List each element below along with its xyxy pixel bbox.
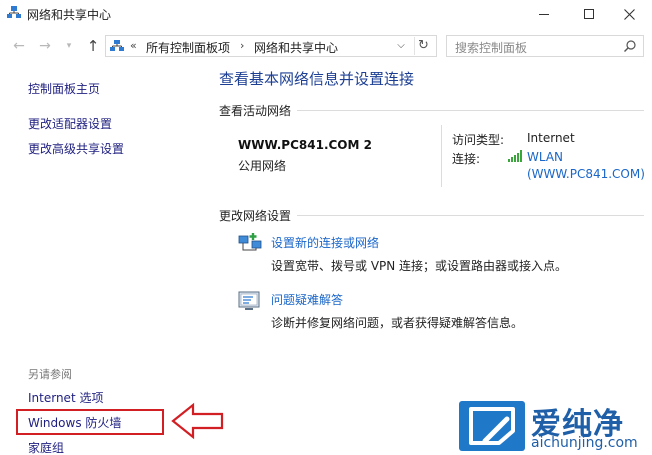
- highlight-box: [16, 409, 164, 435]
- minimize-button[interactable]: [521, 0, 567, 28]
- window-title: 网络和共享中心: [27, 8, 112, 22]
- internet-options-link[interactable]: Internet 选项: [28, 389, 103, 406]
- up-arrow-icon: ↑: [86, 37, 100, 55]
- change-advanced-sharing-link[interactable]: 更改高级共享设置: [28, 140, 124, 157]
- search-input[interactable]: 搜索控制面板: [446, 35, 644, 57]
- control-panel-icon: [110, 40, 124, 51]
- homegroup-link[interactable]: 家庭组: [28, 439, 64, 455]
- access-type-label: 访问类型:: [452, 133, 505, 147]
- close-icon: [623, 8, 635, 20]
- troubleshoot-problems-description: 诊断并修复网络问题，或者获得疑难解答信息。: [271, 316, 524, 330]
- change-adapter-settings-link[interactable]: 更改适配器设置: [28, 115, 112, 132]
- troubleshoot-problems-link[interactable]: 问题疑难解答: [271, 291, 343, 308]
- setup-new-connection-description: 设置宽带、拨号或 VPN 连接；或设置路由器或接入点。: [271, 259, 568, 273]
- network-category[interactable]: 公用网络: [238, 157, 286, 174]
- back-button[interactable]: ←: [10, 36, 28, 56]
- maximize-icon: [584, 9, 594, 19]
- recent-locations-button[interactable]: ▾: [60, 36, 78, 56]
- forward-button[interactable]: →: [36, 36, 54, 56]
- access-type-value: Internet: [527, 131, 575, 145]
- connections-label: 连接:: [452, 152, 481, 166]
- see-also-heading: 另请参阅: [28, 368, 72, 381]
- up-button[interactable]: ↑: [84, 36, 102, 56]
- breadcrumb-all-control-panel-items[interactable]: 所有控制面板项: [146, 39, 230, 56]
- logo-mark: [459, 401, 525, 451]
- wlan-connection-link[interactable]: WLAN: [527, 150, 563, 164]
- title-bar: 网络和共享中心: [0, 0, 652, 28]
- watermark-logo: 爱纯净 aichunjing.com: [459, 399, 649, 453]
- wifi-signal-icon: [508, 150, 522, 162]
- network-name: WWW.PC841.COM 2: [238, 138, 372, 152]
- address-dropdown-button[interactable]: ⌵: [393, 38, 409, 54]
- overflow-chevron[interactable]: «: [130, 39, 137, 52]
- breadcrumb-separator[interactable]: ›: [240, 39, 244, 52]
- setup-new-connection-link[interactable]: 设置新的连接或网络: [271, 234, 379, 251]
- troubleshoot-icon: [238, 291, 260, 310]
- logo-url: aichunjing.com: [531, 435, 638, 451]
- search-placeholder: 搜索控制面板: [455, 41, 528, 55]
- network-info-divider: [441, 125, 442, 187]
- search-icon[interactable]: [623, 39, 637, 53]
- change-settings-heading: 更改网络设置: [219, 207, 298, 224]
- new-connection-icon: [238, 233, 262, 251]
- chevron-down-icon: ▾: [66, 41, 72, 51]
- control-panel-home-link[interactable]: 控制面板主页: [28, 80, 100, 97]
- close-button[interactable]: [606, 0, 652, 28]
- wlan-connection-ssid-link[interactable]: (WWW.PC841.COM): [527, 167, 645, 181]
- refresh-button[interactable]: ↻: [414, 37, 432, 55]
- network-center-icon: [7, 6, 21, 18]
- breadcrumb-network-sharing-center[interactable]: 网络和共享中心: [254, 39, 338, 56]
- pointer-arrow-icon: [171, 402, 224, 440]
- back-arrow-icon: ←: [13, 38, 25, 54]
- active-networks-heading: 查看活动网络: [219, 102, 298, 119]
- logo-emblem-icon: [469, 407, 515, 445]
- page-title: 查看基本网络信息并设置连接: [219, 70, 415, 88]
- forward-arrow-icon: →: [39, 38, 51, 54]
- address-bar[interactable]: « 所有控制面板项 › 网络和共享中心 ⌵ ↻: [105, 35, 437, 57]
- refresh-icon: ↻: [418, 38, 429, 53]
- minimize-icon: [539, 13, 549, 15]
